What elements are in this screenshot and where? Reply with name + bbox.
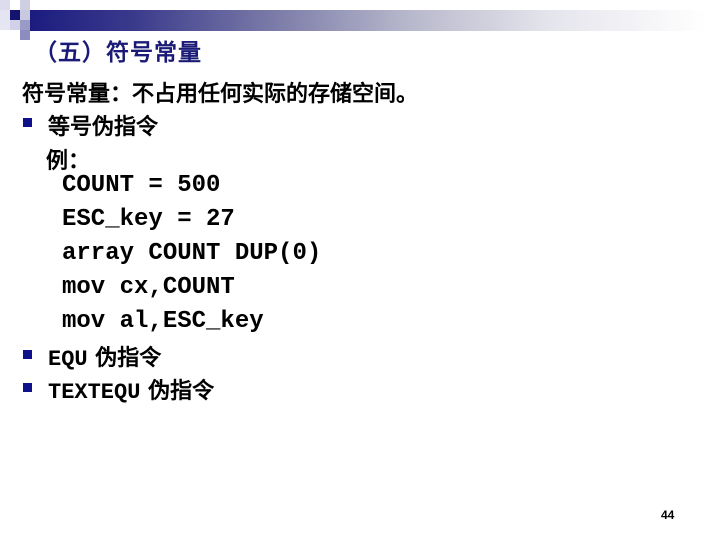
slide-title: （五）符号常量 <box>34 40 202 66</box>
decor-square <box>20 0 30 10</box>
bullet-item-textequ-directive: TEXTEQU 伪指令 <box>48 373 214 405</box>
decor-square <box>0 20 10 30</box>
code-line: ESC_key = 27 <box>62 206 235 233</box>
decor-square <box>20 30 30 40</box>
square-bullet-icon <box>23 350 32 359</box>
header-gradient-bar <box>30 10 720 31</box>
decor-square <box>20 10 30 20</box>
decor-square <box>10 10 20 20</box>
textequ-text: TEXTEQU <box>48 380 141 405</box>
page-number: 44 <box>661 508 675 522</box>
example-label: 例： <box>46 149 91 174</box>
decor-square <box>0 10 10 20</box>
square-bullet-icon <box>23 118 32 127</box>
bullet-item-equ-directive: EQU 伪指令 <box>48 340 161 372</box>
decor-square <box>20 20 30 30</box>
intro-text: 符号常量：不占用任何实际的存储空间。 <box>22 82 419 107</box>
equ-text: EQU <box>48 347 88 372</box>
code-line: COUNT = 500 <box>62 172 221 199</box>
code-line: mov al,ESC_key <box>62 308 264 335</box>
bullet-item-equal-directive: 等号伪指令 <box>48 115 159 140</box>
square-bullet-icon <box>23 383 32 392</box>
decor-square <box>0 0 10 10</box>
directive-suffix: 伪指令 <box>95 346 162 371</box>
code-line: array COUNT DUP(0) <box>62 240 322 267</box>
decor-square <box>10 20 20 30</box>
directive-suffix: 伪指令 <box>148 379 215 404</box>
code-line: mov cx,COUNT <box>62 274 235 301</box>
